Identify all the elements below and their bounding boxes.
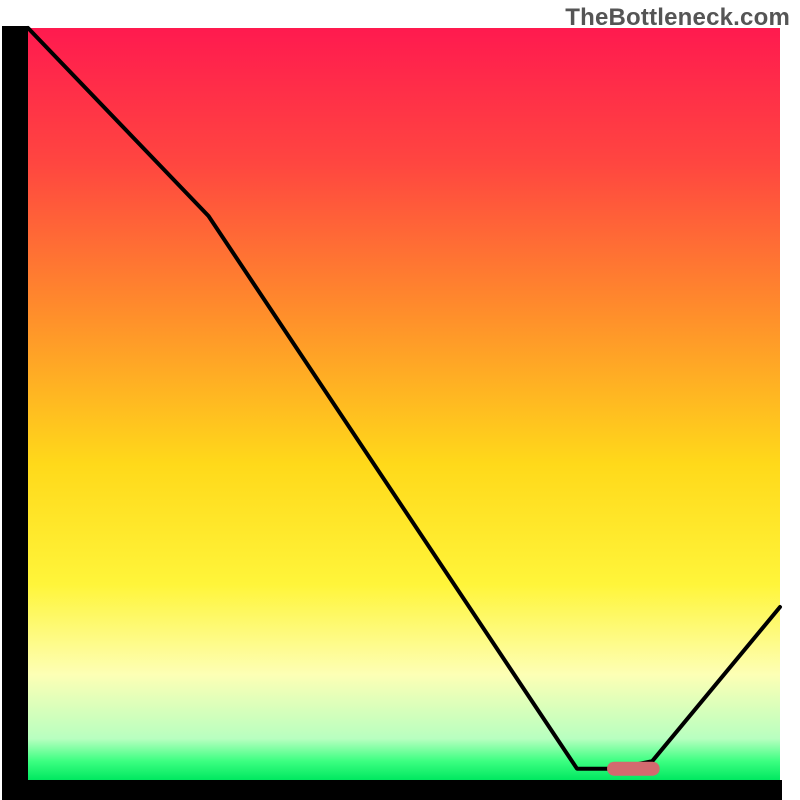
optimal-range-marker — [607, 762, 660, 776]
watermark-label: TheBottleneck.com — [565, 4, 790, 32]
gradient-background — [28, 28, 780, 780]
chart-frame: TheBottleneck.com — [0, 0, 800, 800]
bottleneck-chart — [0, 0, 800, 800]
